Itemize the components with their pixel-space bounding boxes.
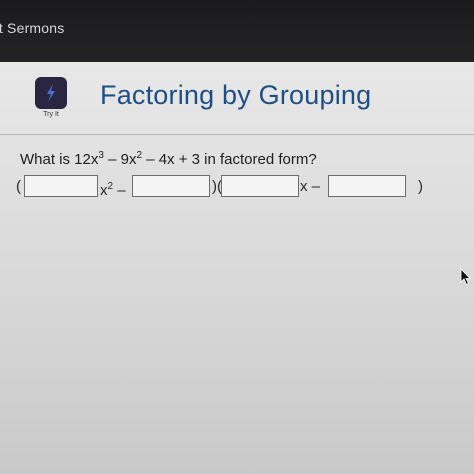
try-it-label: Try It (43, 111, 59, 118)
minus-sign: – (307, 178, 321, 195)
top-bar-title: rt Sermons (0, 20, 65, 36)
answer-input-4[interactable] (328, 175, 406, 197)
variable-x: x2 – (100, 173, 126, 205)
minus-sign: – (113, 182, 126, 199)
answer-input-1[interactable] (24, 175, 98, 197)
variable-x-text: x (300, 178, 308, 195)
answer-input-2[interactable] (132, 175, 210, 197)
header-divider (0, 134, 474, 135)
screen: rt Sermons Try It Factoring by Grouping … (0, 0, 474, 474)
close-paren: ) (418, 178, 423, 195)
mouse-pointer-icon (460, 267, 472, 291)
lightning-bolt-icon (35, 77, 67, 109)
top-bar: rt Sermons (0, 0, 474, 62)
question-part: – 4x + 3 in factored form? (142, 151, 317, 168)
question-part: – 9x (103, 151, 137, 168)
answer-row: ( x2 – )( x – ) (16, 173, 466, 201)
answer-input-3[interactable] (221, 175, 299, 197)
variable-x-text: x (100, 182, 108, 199)
open-paren: ( (16, 178, 21, 195)
page-title: Factoring by Grouping (100, 80, 372, 110)
try-it-button[interactable]: Try It (34, 77, 68, 118)
question-text: What is 12x3 – 9x2 – 4x + 3 in factored … (20, 150, 317, 168)
variable-x-2: x – (300, 173, 320, 201)
question-part: What is 12x (20, 151, 99, 168)
